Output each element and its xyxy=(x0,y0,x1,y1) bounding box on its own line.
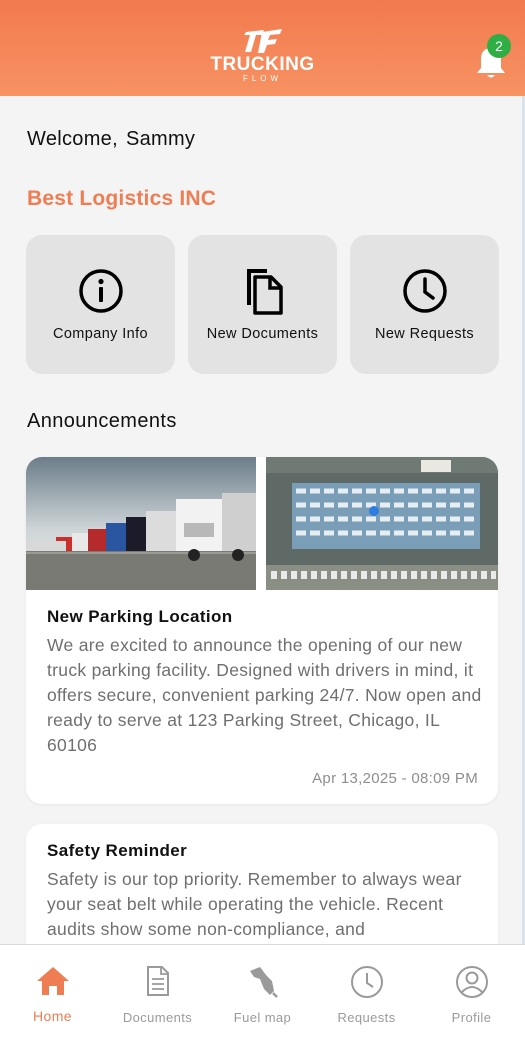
home-icon xyxy=(36,967,69,995)
tab-fuel-map-label: Fuel map xyxy=(233,1010,292,1025)
tab-documents[interactable]: Documents xyxy=(105,945,210,1040)
announcement-body: Safety is our top priority. Remember to … xyxy=(47,869,462,939)
welcome-text: Welcome, Sammy xyxy=(27,128,195,151)
clock-icon xyxy=(350,966,383,998)
tab-home-label: Home xyxy=(33,1008,72,1024)
welcome-user-name: Sammy xyxy=(125,128,196,150)
announcement-title: Safety Reminder xyxy=(47,841,188,860)
tab-requests-label: Requests xyxy=(337,1010,396,1025)
welcome-greeting: Welcome, xyxy=(27,128,118,150)
info-circle-icon xyxy=(78,269,123,313)
tab-requests[interactable]: Requests xyxy=(314,945,419,1040)
bottom-tab-bar: Home Documents Fuel map Requests Profile xyxy=(0,944,525,1040)
notification-badge: 2 xyxy=(487,34,511,58)
announcement-title: New Parking Location xyxy=(47,607,233,626)
fuel-nozzle-icon xyxy=(249,967,278,998)
trucking-flow-logo: TRUCKING FLOW xyxy=(200,26,325,92)
clock-icon xyxy=(402,269,447,313)
announcement-body: We are excited to announce the opening o… xyxy=(47,635,482,755)
tab-home[interactable]: Home xyxy=(0,945,105,1040)
tab-fuel-map[interactable]: Fuel map xyxy=(210,945,315,1040)
announcement-images xyxy=(26,457,498,590)
document-icon xyxy=(146,966,169,996)
new-requests-label: New Requests xyxy=(374,326,475,342)
tab-profile-label: Profile xyxy=(451,1010,492,1025)
tab-profile[interactable]: Profile xyxy=(419,945,524,1040)
logo-mark-icon xyxy=(243,29,282,53)
logo-subtitle: FLOW xyxy=(242,74,283,83)
profile-icon xyxy=(455,966,488,998)
logo-wordmark: TRUCKING xyxy=(210,54,315,75)
app-header: TRUCKING FLOW 2 xyxy=(0,0,525,96)
company-name: Best Logistics INC xyxy=(27,187,217,210)
announcement-card[interactable]: New Parking Location We are excited to a… xyxy=(26,457,498,804)
announcement-date: Apr 13,2025 - 08:09 PM xyxy=(312,770,478,787)
new-documents-label: New Documents xyxy=(206,326,319,342)
company-info-tile[interactable]: Company Info xyxy=(26,235,175,374)
announcements-heading: Announcements xyxy=(27,410,177,432)
company-info-label: Company Info xyxy=(52,326,149,342)
new-documents-tile[interactable]: New Documents xyxy=(188,235,337,374)
new-requests-tile[interactable]: New Requests xyxy=(350,235,499,374)
tab-documents-label: Documents xyxy=(122,1010,193,1025)
documents-icon xyxy=(246,269,283,315)
